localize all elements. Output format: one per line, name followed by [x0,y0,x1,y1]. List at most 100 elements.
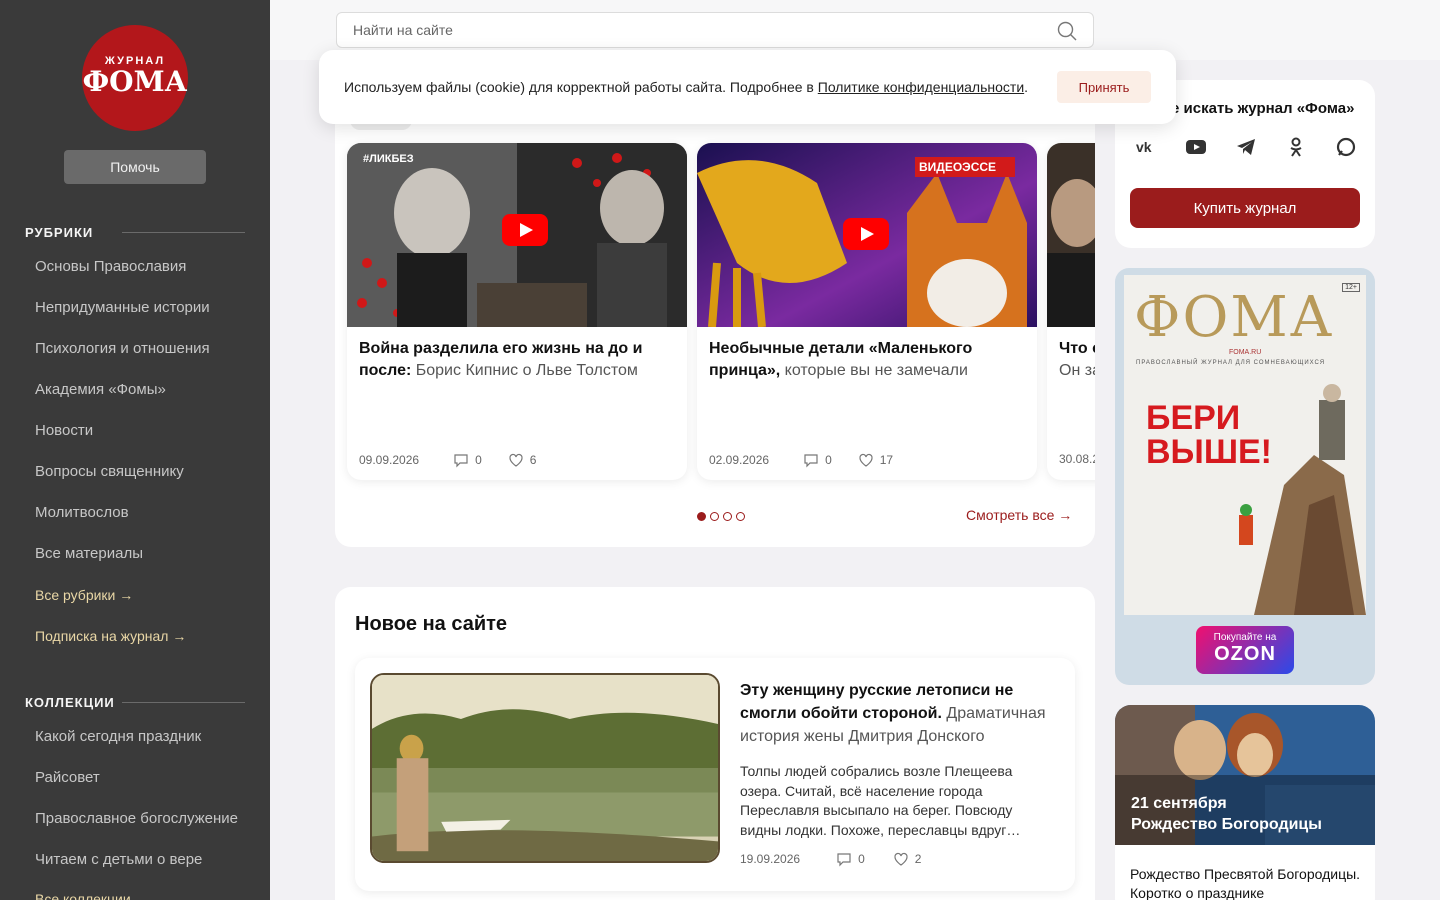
sidebar-item-rubric[interactable]: Молитвослов [35,504,129,521]
feast-day: 21 сентября [1131,795,1227,812]
all-collections-link[interactable]: Все коллекции → [35,891,149,900]
sidebar-item-rubric[interactable]: Вопросы священнику [35,463,184,480]
youtube-icon[interactable] [1185,136,1207,158]
comment-icon[interactable] [803,452,819,468]
video-meta: 30.08.2 [1059,452,1095,466]
news-title[interactable]: Эту женщину русские летописи не смогли о… [740,679,1060,748]
video-title-rest: которые вы не замечали [780,362,968,379]
headline-line-1: БЕРИ [1146,399,1241,437]
magazine-url: FOMA.RU [1229,349,1262,356]
heart-icon[interactable] [858,452,874,468]
rubrics-title: РУБРИКИ [25,225,94,240]
heart-icon[interactable] [508,452,524,468]
video-date: 30.08.2 [1059,452,1095,466]
comment-icon[interactable] [836,851,852,867]
like-count: 6 [529,453,537,467]
news-heading: Новое на сайте [355,613,508,635]
magazine-banner[interactable]: ФОМА 12+ FOMA.RU ПРАВОСЛАВНЫЙ ЖУРНАЛ ДЛЯ… [1115,268,1375,685]
video-badge: ВИДЕОЭССЕ [919,160,997,174]
carousel-dot[interactable] [736,512,745,521]
comment-count: 0 [825,453,832,467]
age-rating: 12+ [1342,283,1360,292]
sidebar-item-rubric[interactable]: Новости [35,422,93,439]
all-rubrics-link[interactable]: Все рубрики → [35,587,133,603]
sidebar-item-rubric[interactable]: Непридуманные истории [35,299,210,316]
help-button[interactable]: Помочь [64,150,206,184]
video-card[interactable]: #ЛИКБЕЗ Война разделила его жизнь на до … [347,143,687,480]
rubrics-divider [122,232,245,233]
sidebar-item-collection[interactable]: Райсовет [35,769,100,786]
news-meta: 19.09.2026 0 2 [740,851,921,867]
video-date: 09.09.2026 [359,453,420,467]
magazine-logo: ФОМА [1134,285,1335,350]
sidebar-item-rubric[interactable]: Академия «Фомы» [35,381,166,398]
ozon-button[interactable]: Покупайте на OZON [1196,626,1294,674]
video-date: 02.09.2026 [709,453,770,467]
vk-icon[interactable]: vk [1135,136,1157,158]
comment-count: 0 [475,453,482,467]
ozon-caption: Покупайте на [1213,632,1277,643]
cookie-banner: Используем файлы (cookie) для корректной… [319,50,1176,124]
max-icon[interactable] [1335,136,1357,158]
video-card[interactable]: Что с Он за 30.08.2 [1047,143,1095,480]
search-icon[interactable] [1057,21,1077,41]
odnoklassniki-icon[interactable] [1285,136,1307,158]
sidebar-item-rubric[interactable]: Психология и отношения [35,340,210,357]
social-links: vk [1135,136,1357,158]
search-bar [336,12,1094,48]
comment-icon[interactable] [453,452,469,468]
telegram-icon[interactable] [1235,136,1257,158]
video-carousel: #ЛИКБЕЗ Война разделила его жизнь на до … [335,80,1095,547]
video-badge: #ЛИКБЕЗ [363,153,414,165]
like-count: 2 [914,852,922,866]
carousel-dots [697,512,745,521]
heart-icon[interactable] [893,851,909,867]
sidebar-item-collection[interactable]: Православное богослужение [35,810,238,827]
feast-name: Рождество Богородицы [1131,816,1322,833]
video-title-rest: Он за [1059,362,1095,379]
privacy-policy-link[interactable]: Политике конфиденциальности [818,79,1024,95]
video-meta: 09.09.2026 0 6 [359,452,536,468]
comment-count: 0 [858,852,865,866]
cookie-end: . [1024,79,1029,95]
accept-cookies-button[interactable]: Принять [1057,71,1151,103]
feast-card[interactable]: 21 сентября Рождество Богородицы Рождеств… [1115,705,1375,900]
sidebar-item-collection[interactable]: Читаем с детьми о вере [35,851,202,868]
carousel-dot[interactable] [710,512,719,521]
magazine-cover: ФОМА 12+ FOMA.RU ПРАВОСЛАВНЫЙ ЖУРНАЛ ДЛЯ… [1124,275,1366,615]
play-button[interactable] [502,214,548,246]
ozon-logo: OZON [1214,643,1276,665]
collections-title: КОЛЛЕКЦИИ [25,695,115,710]
feast-description: Рождество Пресвятой Богородицы. Коротко … [1130,866,1361,900]
sidebar: ЖУРНАЛ ФОМА Помочь РУБРИКИ Основы Правос… [0,0,270,900]
search-input[interactable] [353,22,1033,38]
video-title[interactable]: Что с Он за [1059,338,1095,382]
logo-main-text: ФОМА [82,65,188,98]
buy-magazine-button[interactable]: Купить журнал [1130,188,1360,228]
video-card[interactable]: ВИДЕОЭССЕ Необычные детали «Маленького п… [697,143,1037,480]
headline-line-2: ВЫШЕ! [1146,433,1273,471]
collections-divider [122,702,245,703]
cookie-message: Используем файлы (cookie) для корректной… [344,79,818,95]
news-section: Новое на сайте Эту женщину русские летоп… [335,587,1095,900]
video-title-bold: Что с [1059,340,1095,357]
sidebar-item-rubric[interactable]: Основы Православия [35,258,186,275]
sidebar-item-rubric[interactable]: Все материалы [35,545,143,562]
video-title-rest: Борис Кипнис о Льве Толстом [411,362,638,379]
svg-text:vk: vk [1136,139,1152,155]
news-excerpt: Толпы людей собрались возле Плещеева озе… [740,763,1021,838]
cookie-text: Используем файлы (cookie) для корректной… [344,79,1028,95]
subscription-link[interactable]: Подписка на журнал → [35,628,186,644]
video-title[interactable]: Война разделила его жизнь на до и после:… [359,338,675,382]
video-thumbnail [1047,143,1095,327]
carousel-dot[interactable] [723,512,732,521]
play-button[interactable] [843,218,889,250]
sidebar-item-collection[interactable]: Какой сегодня праздник [35,728,201,745]
see-all-link[interactable]: Смотреть все → [966,507,1072,523]
news-card[interactable]: Эту женщину русские летописи не смогли о… [355,658,1075,891]
like-count: 17 [879,453,894,467]
carousel-dot[interactable] [697,512,706,521]
video-title[interactable]: Необычные детали «Маленького принца», ко… [709,338,1025,382]
feast-date: 21 сентября Рождество Богородицы [1131,793,1322,835]
site-logo[interactable]: ЖУРНАЛ ФОМА [82,25,188,131]
